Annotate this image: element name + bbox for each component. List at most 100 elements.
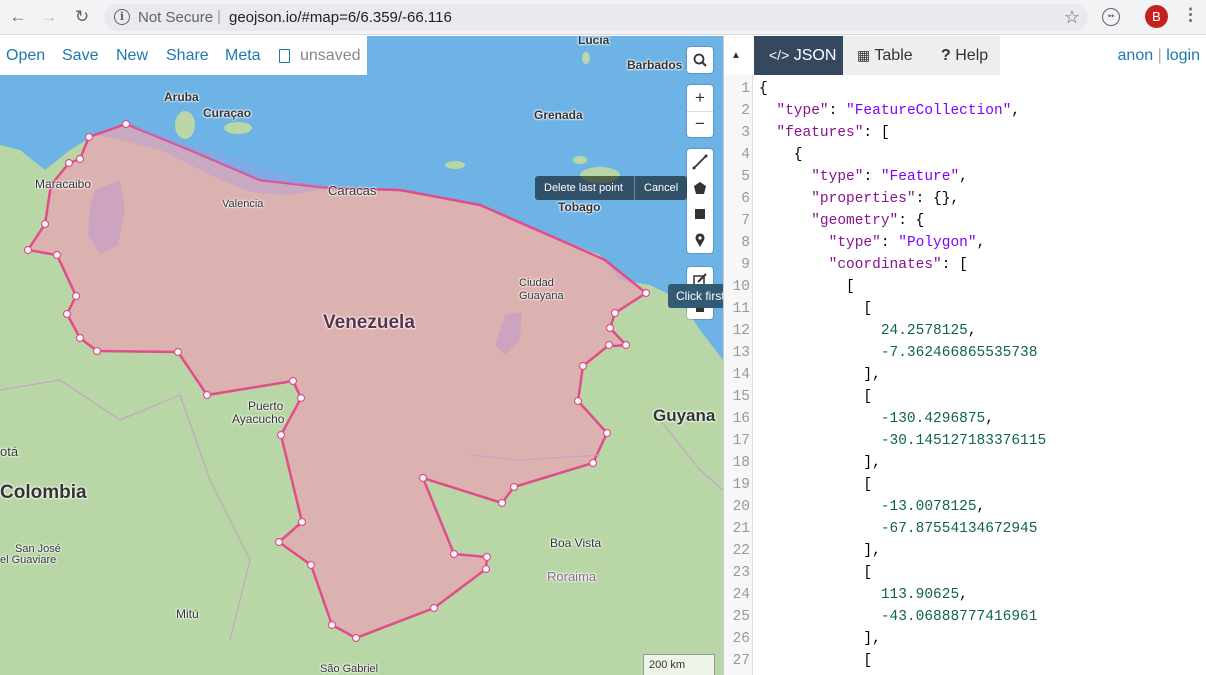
code-line[interactable]: 1{ bbox=[724, 78, 1206, 100]
label-roraima: Roraima bbox=[547, 569, 597, 584]
bookmark-star-icon[interactable]: ☆ bbox=[1064, 7, 1080, 28]
new-button[interactable]: New bbox=[116, 47, 148, 65]
info-icon[interactable]: i bbox=[114, 9, 130, 25]
code-line[interactable]: 9 "coordinates": [ bbox=[724, 254, 1206, 276]
line-number: 21 bbox=[732, 521, 750, 537]
search-control[interactable] bbox=[687, 47, 713, 73]
code-line[interactable]: 24 113.90625, bbox=[724, 584, 1206, 606]
code-text: "properties": {}, bbox=[811, 191, 960, 207]
code-line[interactable]: 13 -7.362466865535738 bbox=[724, 342, 1206, 364]
back-arrow-icon[interactable]: ← bbox=[6, 5, 30, 29]
draw-toolbar[interactable] bbox=[687, 149, 713, 253]
save-button[interactable]: Save bbox=[62, 47, 98, 65]
browser-menu-icon[interactable]: ⋮ bbox=[1182, 5, 1199, 25]
code-text: 113.90625, bbox=[880, 587, 968, 603]
code-line[interactable]: 22 ], bbox=[724, 540, 1206, 562]
code-text: -43.06888777416961 bbox=[880, 609, 1038, 625]
zoom-in-button[interactable]: + bbox=[687, 85, 713, 111]
code-line[interactable]: 2 "type": "FeatureCollection", bbox=[724, 100, 1206, 122]
browser-chrome: ← → ↻ i Not Secure | geojson.io/#map=6/6… bbox=[0, 0, 1206, 35]
right-panel: ▲ </> JSON ▦ Table ? Help anon | login 1… bbox=[723, 36, 1206, 675]
search-icon[interactable] bbox=[687, 47, 713, 73]
label-grenada: Grenada bbox=[534, 108, 583, 122]
line-number: 14 bbox=[732, 367, 750, 383]
label-sao-gabriel: São Gabriel bbox=[320, 663, 379, 675]
label-puerto-ayacucho-line1: Puerto bbox=[248, 399, 284, 413]
line-number: 13 bbox=[732, 345, 750, 361]
code-text: -13.0078125, bbox=[880, 499, 986, 515]
zoom-out-button[interactable]: − bbox=[687, 111, 713, 137]
code-line[interactable]: 10 [ bbox=[724, 276, 1206, 298]
code-line[interactable]: 11 [ bbox=[724, 298, 1206, 320]
address-bar[interactable]: i Not Secure | geojson.io/#map=6/6.359/-… bbox=[104, 4, 1088, 31]
label-aruba: Aruba bbox=[164, 90, 199, 104]
meta-button[interactable]: Meta bbox=[225, 47, 261, 65]
line-number: 11 bbox=[732, 301, 750, 317]
draw-line-icon[interactable] bbox=[687, 149, 713, 175]
share-button[interactable]: Share bbox=[166, 47, 209, 65]
code-line[interactable]: 23 [ bbox=[724, 562, 1206, 584]
line-number: 3 bbox=[741, 125, 750, 141]
code-line[interactable]: 21 -67.87554134672945 bbox=[724, 518, 1206, 540]
code-line[interactable]: 16 -130.4296875, bbox=[724, 408, 1206, 430]
line-number: 6 bbox=[741, 191, 750, 207]
line-number: 25 bbox=[732, 609, 750, 625]
line-number: 23 bbox=[732, 565, 750, 581]
zoom-control[interactable]: + − bbox=[687, 85, 713, 137]
code-text: "features": [ bbox=[776, 125, 890, 141]
draw-rectangle-icon[interactable] bbox=[687, 201, 713, 227]
draw-polygon-icon[interactable] bbox=[687, 175, 713, 201]
profile-avatar[interactable]: B bbox=[1145, 5, 1168, 28]
url-text[interactable]: geojson.io/#map=6/6.359/-66.116 bbox=[229, 9, 452, 26]
table-icon: ▦ bbox=[857, 47, 871, 63]
tab-help[interactable]: ? Help bbox=[923, 36, 1000, 75]
code-line[interactable]: 15 [ bbox=[724, 386, 1206, 408]
code-text: ], bbox=[759, 631, 881, 647]
label-caracas: Caracas bbox=[328, 183, 377, 198]
label-guyana: Guyana bbox=[653, 406, 716, 425]
code-line[interactable]: 27 [ bbox=[724, 650, 1206, 672]
code-line[interactable]: 19 [ bbox=[724, 474, 1206, 496]
code-text: { bbox=[759, 81, 768, 97]
reload-icon[interactable]: ↻ bbox=[70, 5, 94, 29]
tab-table-label: Table bbox=[874, 47, 913, 64]
cancel-drawing-button[interactable]: Cancel bbox=[644, 182, 678, 194]
code-line[interactable]: 18 ], bbox=[724, 452, 1206, 474]
line-number: 19 bbox=[732, 477, 750, 493]
code-line[interactable]: 20 -13.0078125, bbox=[724, 496, 1206, 518]
line-number: 15 bbox=[732, 389, 750, 405]
code-line[interactable]: 4 { bbox=[724, 144, 1206, 166]
code-text: ], bbox=[759, 543, 881, 559]
code-text: [ bbox=[759, 477, 873, 493]
login-link[interactable]: login bbox=[1166, 47, 1200, 64]
line-number: 2 bbox=[741, 103, 750, 119]
json-editor[interactable]: 1{2 "type": "FeatureCollection", 3 "featu… bbox=[724, 75, 1206, 675]
code-line[interactable]: 7 "geometry": { bbox=[724, 210, 1206, 232]
open-button[interactable]: Open bbox=[6, 47, 45, 65]
tab-json[interactable]: </> JSON bbox=[754, 36, 843, 75]
delete-last-point-button[interactable]: Delete last point bbox=[544, 182, 623, 194]
label-puerto-ayacucho-line2: Ayacucho bbox=[232, 412, 285, 426]
tab-table[interactable]: ▦ Table bbox=[843, 36, 923, 75]
code-line[interactable]: 25 -43.06888777416961 bbox=[724, 606, 1206, 628]
anon-link[interactable]: anon bbox=[1118, 47, 1154, 64]
line-number: 22 bbox=[732, 543, 750, 559]
collapse-panel-icon[interactable]: ▲ bbox=[731, 50, 741, 61]
code-line[interactable]: 5 "type": "Feature", bbox=[724, 166, 1206, 188]
tab-help-label: Help bbox=[955, 47, 989, 64]
extension-icon[interactable]: •• bbox=[1102, 8, 1120, 26]
code-line[interactable]: 17 -30.145127183376115 bbox=[724, 430, 1206, 452]
code-line[interactable]: 8 "type": "Polygon", bbox=[724, 232, 1206, 254]
code-line[interactable]: 14 ], bbox=[724, 364, 1206, 386]
forward-arrow-icon[interactable]: → bbox=[37, 5, 61, 29]
url-separator: | bbox=[217, 8, 221, 25]
scale-bar: 200 km bbox=[643, 654, 715, 675]
draw-marker-icon[interactable] bbox=[687, 227, 713, 253]
code-line[interactable]: 12 24.2578125, bbox=[724, 320, 1206, 342]
code-line[interactable]: 3 "features": [ bbox=[724, 122, 1206, 144]
code-line[interactable]: 6 "properties": {}, bbox=[724, 188, 1206, 210]
file-status: unsaved bbox=[300, 47, 361, 64]
map-canvas[interactable]: Lucia Barbados Aruba Curaçao Grenada Mar… bbox=[0, 36, 723, 675]
code-line[interactable]: 26 ], bbox=[724, 628, 1206, 650]
code-icon: </> bbox=[769, 47, 790, 63]
